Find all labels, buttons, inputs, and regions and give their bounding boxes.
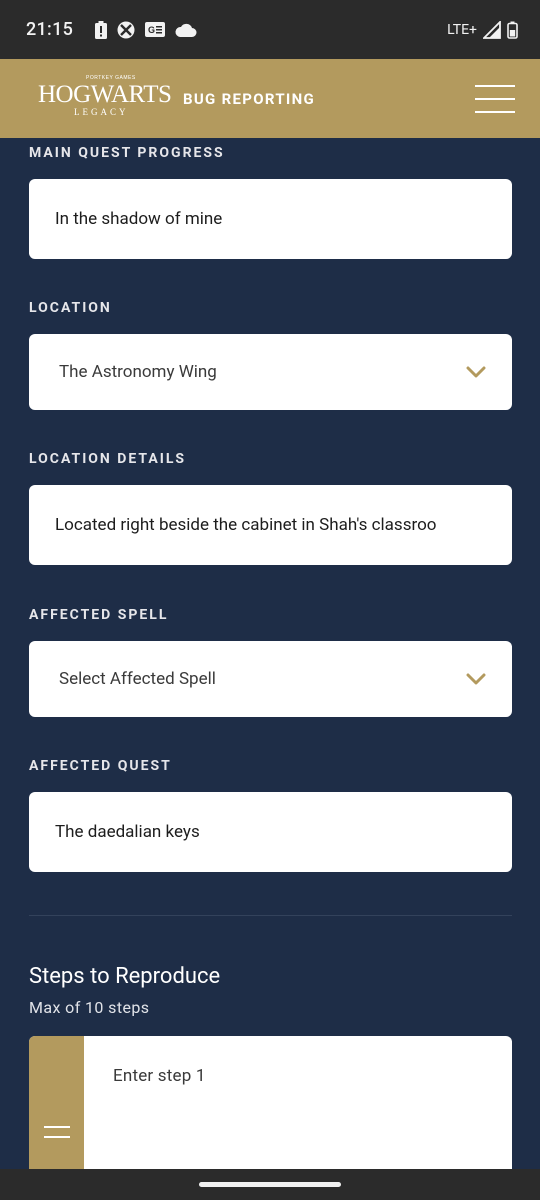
location-details-input[interactable]: Located right beside the cabinet in Shah… <box>29 485 512 565</box>
signal-icon <box>483 20 501 39</box>
affected-spell-label: AFFECTED SPELL <box>29 607 169 623</box>
chevron-down-icon <box>466 673 486 685</box>
system-nav-bar <box>0 1169 540 1200</box>
location-select[interactable]: The Astronomy Wing <box>29 334 512 410</box>
section-divider <box>29 915 512 916</box>
location-details-label: LOCATION DETAILS <box>29 451 187 467</box>
steps-subtitle: Max of 10 steps <box>29 998 150 1017</box>
location-details-value: Located right beside the cabinet in Shah… <box>55 515 437 535</box>
main-quest-label: MAIN QUEST PROGRESS <box>29 145 225 161</box>
status-bar: 21:15 G LTE+ <box>0 0 540 59</box>
affected-quest-input[interactable]: The daedalian keys <box>29 792 512 872</box>
menu-line-icon <box>475 110 515 113</box>
location-value: The Astronomy Wing <box>59 362 217 382</box>
form-content[interactable]: MAIN QUEST PROGRESS In the shadow of min… <box>0 138 540 1169</box>
svg-text:G: G <box>148 25 155 35</box>
home-gesture-pill[interactable] <box>199 1182 341 1187</box>
affected-spell-select[interactable]: Select Affected Spell <box>29 641 512 717</box>
step-1-input[interactable]: Enter step 1 <box>113 1066 206 1086</box>
affected-quest-label: AFFECTED QUEST <box>29 758 172 774</box>
status-notification-icons: G <box>95 20 197 39</box>
status-system-icons: LTE+ <box>447 20 518 39</box>
status-time: 21:15 <box>26 19 74 40</box>
app-header: PORTKEY GAMES HOGWARTS LEGACY BUG REPORT… <box>0 59 540 138</box>
hogwarts-legacy-logo[interactable]: PORTKEY GAMES HOGWARTS LEGACY <box>38 74 172 121</box>
page-title: BUG REPORTING <box>183 89 316 108</box>
main-quest-input[interactable]: In the shadow of mine <box>29 179 512 259</box>
location-label: LOCATION <box>29 300 112 316</box>
logo-publisher: PORTKEY GAMES <box>86 74 136 81</box>
logo-subtitle: LEGACY <box>74 106 129 117</box>
step-card: Enter step 1 <box>29 1036 512 1169</box>
main-quest-value: In the shadow of mine <box>55 209 223 229</box>
game-card-icon: G <box>145 22 166 37</box>
cloud-icon <box>175 23 197 37</box>
xbox-icon <box>117 21 135 39</box>
drag-handle-icon <box>44 1126 70 1140</box>
hamburger-menu-button[interactable] <box>475 84 515 113</box>
alert-battery-icon <box>95 20 108 39</box>
affected-spell-value: Select Affected Spell <box>59 669 216 689</box>
logo-title: HOGWARTS <box>38 80 172 108</box>
battery-icon <box>507 21 518 39</box>
network-label: LTE+ <box>447 21 477 38</box>
menu-line-icon <box>475 84 515 87</box>
steps-title: Steps to Reproduce <box>29 964 221 989</box>
menu-line-icon <box>475 97 515 100</box>
chevron-down-icon <box>466 366 486 378</box>
affected-quest-value: The daedalian keys <box>55 822 200 842</box>
drag-handle[interactable] <box>29 1036 84 1169</box>
